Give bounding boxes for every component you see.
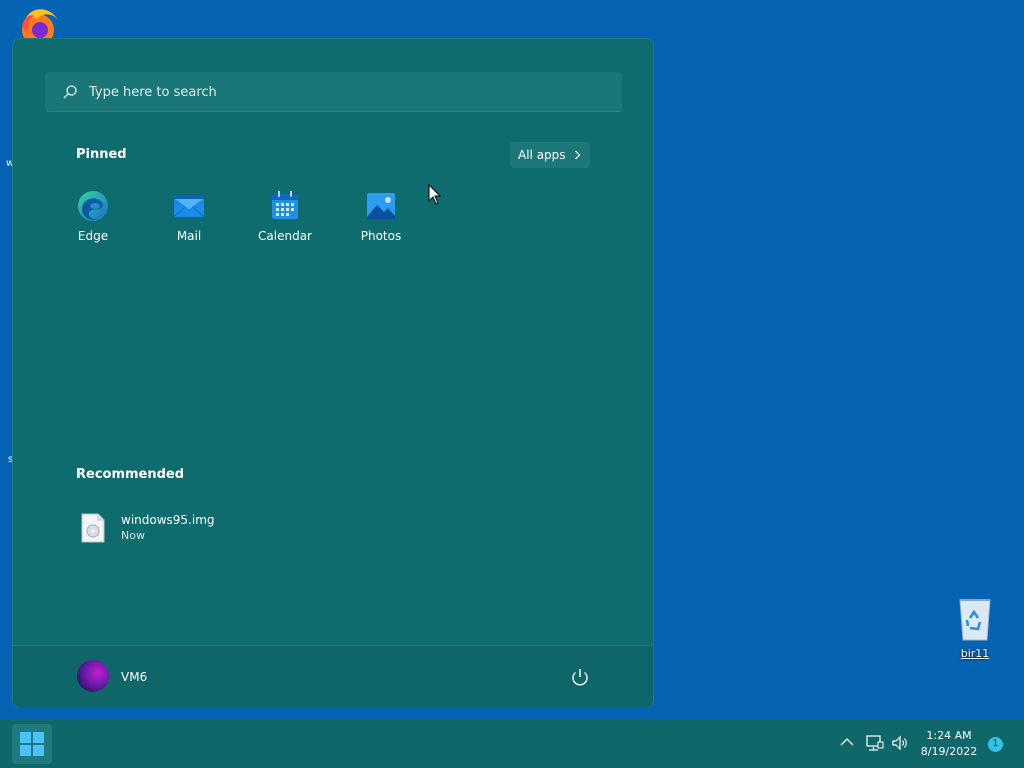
pinned-app-calendar[interactable]: Calendar [245, 189, 325, 249]
power-icon[interactable] [565, 662, 595, 692]
photos-icon [367, 193, 395, 219]
taskbar-clock[interactable]: 1:24 AM 8/19/2022 [915, 728, 983, 760]
app-label: Edge [77, 229, 109, 243]
chevron-up-icon[interactable] [840, 737, 854, 747]
windows-logo-icon [20, 732, 44, 756]
notification-badge[interactable]: 1 [988, 737, 1003, 752]
avatar[interactable] [77, 660, 109, 692]
network-icon[interactable] [866, 734, 884, 752]
start-button[interactable] [12, 724, 52, 764]
pinned-app-edge[interactable]: Edge [53, 189, 133, 249]
disc-image-file-icon [81, 513, 105, 543]
pinned-app-mail[interactable]: Mail [149, 189, 229, 249]
search-box[interactable] [45, 72, 622, 112]
all-apps-button[interactable]: All apps [510, 142, 590, 168]
chevron-right-icon [575, 150, 581, 160]
recommended-item[interactable]: windows95.img Now [79, 511, 339, 547]
recommended-item-time: Now [121, 529, 145, 542]
app-label: Calendar [258, 229, 312, 243]
app-label: Photos [360, 229, 402, 243]
firefox-desktop-icon[interactable] [14, 4, 64, 46]
all-apps-label: All apps [518, 148, 566, 162]
edge-icon [78, 191, 108, 221]
taskbar: 1:24 AM 8/19/2022 1 [0, 720, 1024, 768]
recommended-section-title: Recommended [76, 467, 185, 482]
volume-icon[interactable] [891, 734, 909, 752]
calendar-icon [272, 191, 298, 219]
recycle-bin-desktop-icon[interactable]: bir11 [948, 596, 1002, 666]
mouse-cursor-icon [428, 184, 442, 205]
search-icon [63, 85, 77, 99]
clock-time: 1:24 AM [926, 729, 972, 742]
mail-icon [173, 196, 205, 218]
pinned-section-title: Pinned [76, 147, 127, 162]
recommended-item-name: windows95.img [121, 513, 215, 527]
recycle-bin-label: bir11 [960, 647, 990, 660]
start-menu-footer: VM6 [13, 645, 653, 708]
app-label: Mail [176, 229, 202, 243]
pinned-app-photos[interactable]: Photos [341, 189, 421, 249]
search-input[interactable] [89, 80, 589, 104]
start-menu: Pinned All apps Edge Mail [12, 38, 654, 708]
recycle-bin-icon [959, 599, 991, 641]
user-name[interactable]: VM6 [121, 670, 147, 684]
clock-date: 8/19/2022 [920, 745, 978, 758]
